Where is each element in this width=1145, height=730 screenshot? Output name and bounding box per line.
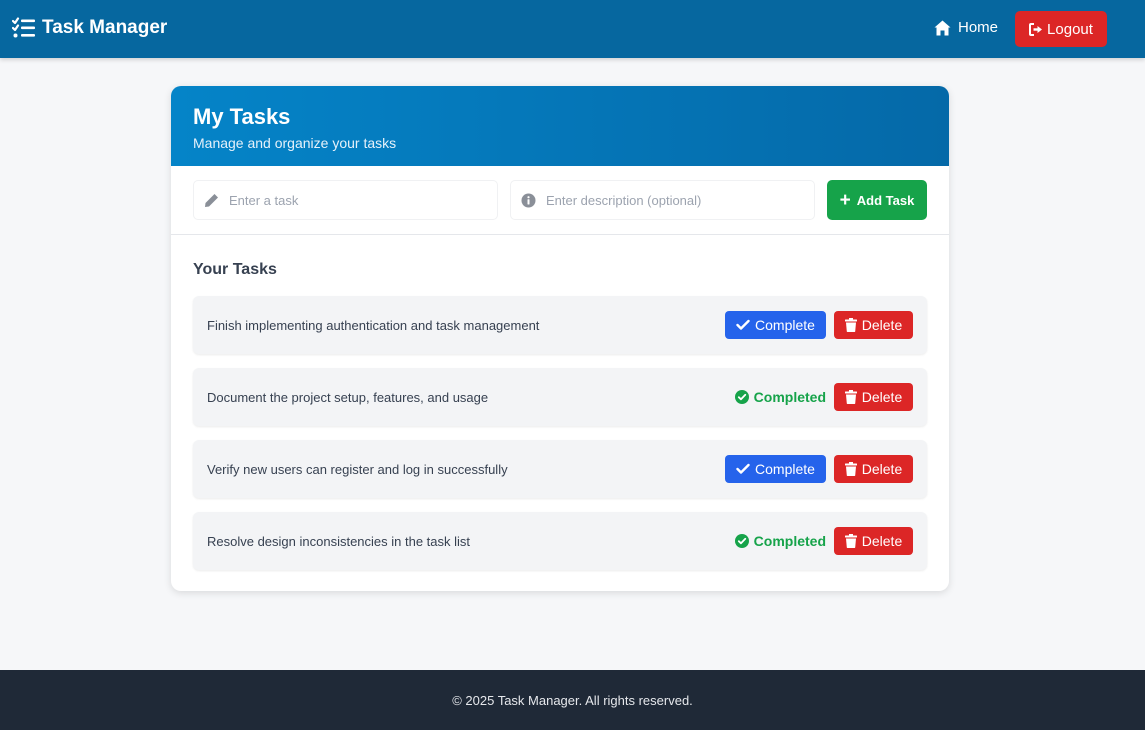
plus-icon: + [839, 189, 851, 211]
delete-label: Delete [861, 461, 903, 477]
delete-button[interactable]: Delete [834, 383, 913, 411]
complete-label: Complete [755, 461, 815, 477]
sign-out-icon [1029, 22, 1043, 36]
task-text: Resolve design inconsistencies in the ta… [207, 533, 471, 549]
complete-button[interactable]: Complete [725, 455, 826, 483]
completed-label: Completed [753, 533, 826, 549]
task-text: Finish implementing authentication and t… [207, 317, 540, 333]
task-item: Resolve design inconsistencies in the ta… [193, 512, 927, 570]
delete-label: Delete [861, 389, 903, 405]
complete-label: Complete [755, 317, 815, 333]
completed-status: Completed [734, 533, 826, 549]
home-icon [934, 20, 951, 35]
delete-button[interactable]: Delete [834, 311, 913, 339]
card-header: My Tasks Manage and organize your tasks [171, 86, 949, 166]
complete-button[interactable]: Complete [725, 311, 826, 339]
completed-label: Completed [753, 389, 826, 405]
task-text: Verify new users can register and log in… [207, 461, 508, 477]
delete-label: Delete [861, 533, 903, 549]
trash-icon [844, 462, 857, 476]
home-label: Home [958, 19, 999, 36]
page-subtitle: Manage and organize your tasks [193, 135, 397, 151]
trash-icon [844, 534, 857, 548]
task-input-wrapper [193, 180, 498, 220]
check-circle-icon [734, 390, 749, 404]
logout-button[interactable]: Logout [1015, 11, 1107, 47]
task-actions: Complete Delete [725, 311, 913, 339]
task-actions: Completed Delete [734, 527, 913, 555]
add-task-button[interactable]: + Add Task [827, 180, 927, 220]
tasks-card: My Tasks Manage and organize your tasks … [171, 86, 949, 591]
page-title: My Tasks [193, 104, 291, 129]
task-item: Document the project setup, features, an… [193, 368, 927, 426]
task-text: Document the project setup, features, an… [207, 389, 489, 405]
top-navbar: Task Manager Home Logout [0, 0, 1145, 58]
check-icon [736, 463, 750, 474]
task-actions: Complete Delete [725, 455, 913, 483]
delete-button[interactable]: Delete [834, 527, 913, 555]
section-title: Your Tasks [193, 261, 277, 278]
task-item: Verify new users can register and log in… [193, 440, 927, 498]
trash-icon [844, 318, 857, 332]
delete-label: Delete [861, 317, 903, 333]
trash-icon [844, 390, 857, 404]
info-icon [521, 193, 536, 207]
add-task-form: + Add Task [171, 166, 949, 235]
logout-label: Logout [1047, 20, 1093, 38]
pencil-icon [205, 193, 218, 207]
description-input[interactable] [546, 192, 814, 208]
description-input-wrapper [510, 180, 815, 220]
completed-status: Completed [734, 389, 826, 405]
home-link[interactable]: Home [934, 19, 998, 36]
task-actions: Completed Delete [734, 383, 913, 411]
check-circle-icon [734, 534, 749, 548]
task-item: Finish implementing authentication and t… [193, 296, 927, 354]
check-icon [736, 319, 750, 330]
brand-logo[interactable]: Task Manager [12, 17, 167, 39]
footer-copyright: © 2025 Task Manager. All rights reserved… [452, 692, 693, 708]
task-input[interactable] [229, 192, 497, 208]
task-list-icon [12, 17, 35, 38]
page-footer: © 2025 Task Manager. All rights reserved… [0, 670, 1145, 730]
delete-button[interactable]: Delete [834, 455, 913, 483]
add-task-label: Add Task [856, 192, 915, 208]
brand-name: Task Manager [42, 17, 168, 38]
task-list: Finish implementing authentication and t… [193, 296, 927, 584]
